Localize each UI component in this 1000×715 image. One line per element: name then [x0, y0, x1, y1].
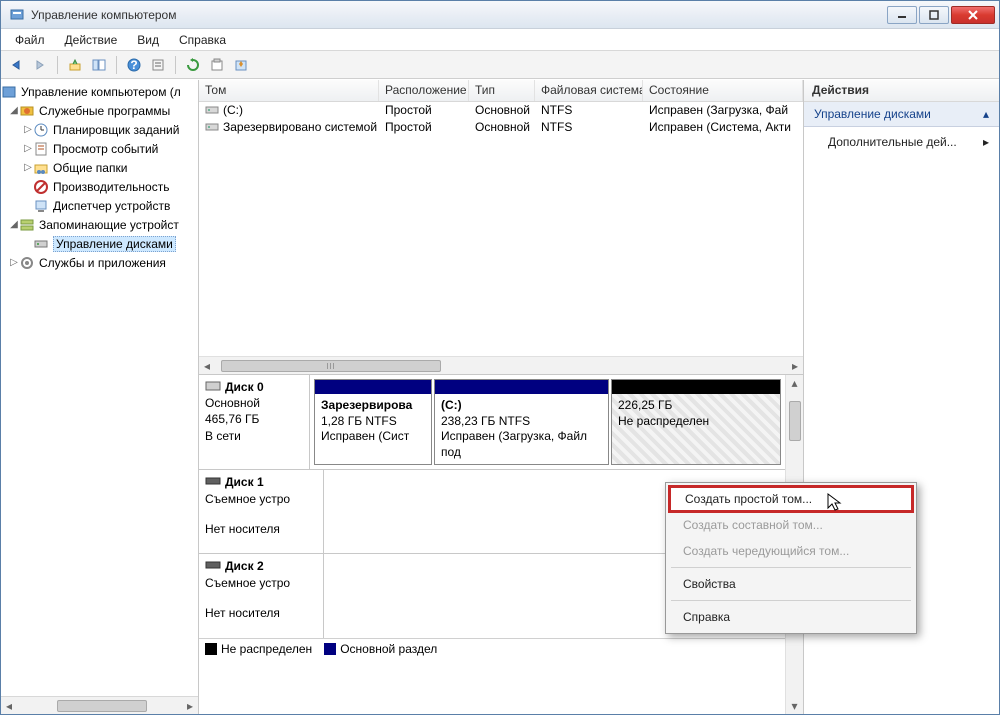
tree-root[interactable]: Управление компьютером (л [1, 82, 198, 101]
partition-unallocated[interactable]: 226,25 ГБ Не распределен [611, 379, 781, 465]
tree-task-scheduler[interactable]: ▷ Планировщик заданий [1, 120, 198, 139]
removable-icon [205, 559, 221, 571]
tree-disk-management[interactable]: Управление дисками [1, 234, 198, 253]
settings-button[interactable] [230, 54, 252, 76]
col-volume[interactable]: Том [199, 80, 379, 101]
tree-pane[interactable]: Управление компьютером (л ◢ Служебные пр… [1, 80, 199, 696]
ctx-create-spanned-volume: Создать составной том... [669, 512, 913, 538]
ctx-properties[interactable]: Свойства [669, 571, 913, 597]
forward-button[interactable] [29, 54, 51, 76]
drive-icon [205, 121, 219, 133]
window-title: Управление компьютером [31, 8, 885, 22]
partition-reserved[interactable]: Зарезервирова 1,28 ГБ NTFS Исправен (Сис… [314, 379, 432, 465]
hdd-icon [205, 380, 221, 392]
help-button[interactable]: ? [123, 54, 145, 76]
legend: Не распределен Основной раздел [199, 638, 785, 658]
disk-info[interactable]: Диск 2 Съемное устро Нет носителя [199, 554, 324, 638]
volume-list[interactable]: (C:) Простой Основной NTFS Исправен (Заг… [199, 102, 803, 356]
menubar: Файл Действие Вид Справка [1, 29, 999, 51]
disk-row: Диск 0 Основной 465,76 ГБ В сети Зарезер… [199, 375, 785, 470]
menu-file[interactable]: Файл [7, 31, 53, 49]
actions-title: Действия [804, 80, 999, 102]
disk-info[interactable]: Диск 0 Основной 465,76 ГБ В сети [199, 375, 310, 469]
col-type[interactable]: Тип [469, 80, 535, 101]
maximize-button[interactable] [919, 6, 949, 24]
refresh-button[interactable] [182, 54, 204, 76]
legend-primary: Основной раздел [324, 642, 437, 656]
export-button[interactable] [206, 54, 228, 76]
legend-unallocated: Не распределен [205, 642, 312, 656]
tree-device-manager[interactable]: Диспетчер устройств [1, 196, 198, 215]
col-layout[interactable]: Расположение [379, 80, 469, 101]
tree-storage-group[interactable]: ◢ Запоминающие устройст [1, 215, 198, 234]
drive-icon [205, 104, 219, 116]
tree-performance[interactable]: Производительность [1, 177, 198, 196]
menu-help[interactable]: Справка [171, 31, 234, 49]
titlebar[interactable]: Управление компьютером [1, 1, 999, 29]
svg-text:?: ? [130, 58, 137, 72]
tree-hscroll[interactable]: ◂▸ [1, 696, 198, 714]
chevron-right-icon: ▸ [983, 135, 989, 149]
col-filesystem[interactable]: Файловая система [535, 80, 643, 101]
tree-shared-folders[interactable]: ▷ Общие папки [1, 158, 198, 177]
removable-icon [205, 475, 221, 487]
volume-row[interactable]: Зарезервировано системой Простой Основно… [199, 119, 803, 136]
actions-section[interactable]: Управление дисками ▴ [804, 102, 999, 127]
ctx-create-striped-volume: Создать чередующийся том... [669, 538, 913, 564]
properties-button[interactable] [147, 54, 169, 76]
toolbar: ? [1, 51, 999, 79]
collapse-icon: ▴ [983, 107, 989, 121]
tree-services-apps[interactable]: ▷ Службы и приложения [1, 253, 198, 272]
up-button[interactable] [64, 54, 86, 76]
col-status[interactable]: Состояние [643, 80, 803, 101]
show-hide-tree-button[interactable] [88, 54, 110, 76]
context-menu: Создать простой том... Создать составной… [665, 482, 917, 634]
back-button[interactable] [5, 54, 27, 76]
disk-info[interactable]: Диск 1 Съемное устро Нет носителя [199, 470, 324, 553]
ctx-help[interactable]: Справка [669, 604, 913, 630]
menu-action[interactable]: Действие [57, 31, 126, 49]
ctx-create-simple-volume[interactable]: Создать простой том... [668, 485, 914, 513]
app-icon [9, 7, 25, 23]
tree-event-viewer[interactable]: ▷ Просмотр событий [1, 139, 198, 158]
menu-view[interactable]: Вид [129, 31, 167, 49]
close-button[interactable] [951, 6, 995, 24]
actions-more[interactable]: Дополнительные дей... ▸ [804, 127, 999, 158]
tree-services-group[interactable]: ◢ Служебные программы [1, 101, 198, 120]
minimize-button[interactable] [887, 6, 917, 24]
partition-c[interactable]: (C:) 238,23 ГБ NTFS Исправен (Загрузка, … [434, 379, 609, 465]
volume-hscroll[interactable]: ◂▸ [199, 356, 803, 374]
volume-row[interactable]: (C:) Простой Основной NTFS Исправен (Заг… [199, 102, 803, 119]
volume-header: Том Расположение Тип Файловая система Со… [199, 80, 803, 102]
